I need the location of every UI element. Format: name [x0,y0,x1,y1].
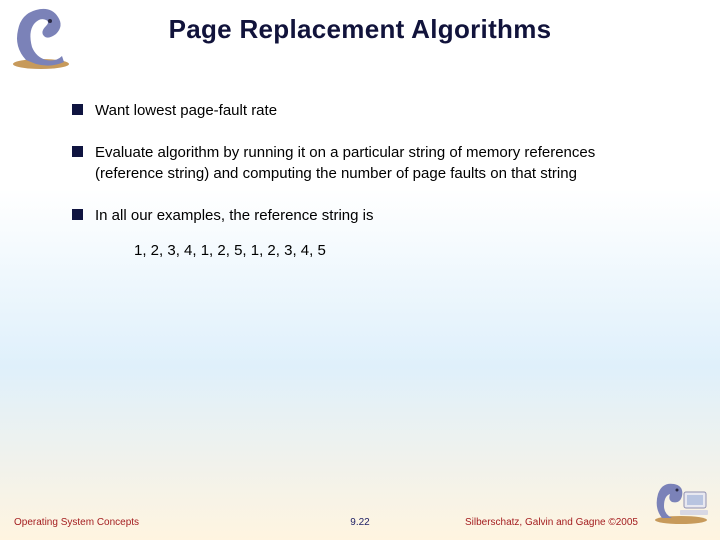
bullet-item: In all our examples, the reference strin… [72,206,648,226]
bullet-text: Evaluate algorithm by running it on a pa… [95,143,648,184]
bullet-square-icon [72,104,83,115]
reference-string: 1, 2, 3, 4, 1, 2, 5, 1, 2, 3, 4, 5 [134,242,648,259]
bullet-square-icon [72,209,83,220]
bullet-text: In all our examples, the reference strin… [95,206,373,226]
dinosaur-mascot-icon [6,2,76,70]
bullet-item: Want lowest page-fault rate [72,101,648,121]
bullet-text: Want lowest page-fault rate [95,101,277,121]
footer-right: Silberschatz, Galvin and Gagne ©2005 [465,517,638,528]
bullet-item: Evaluate algorithm by running it on a pa… [72,143,648,184]
slide-title: Page Replacement Algorithms [0,0,720,45]
footer-page-number: 9.22 [350,517,369,528]
bullet-square-icon [72,146,83,157]
content-area: Want lowest page-fault rate Evaluate alg… [72,101,648,259]
footer-left: Operating System Concepts [14,517,139,528]
